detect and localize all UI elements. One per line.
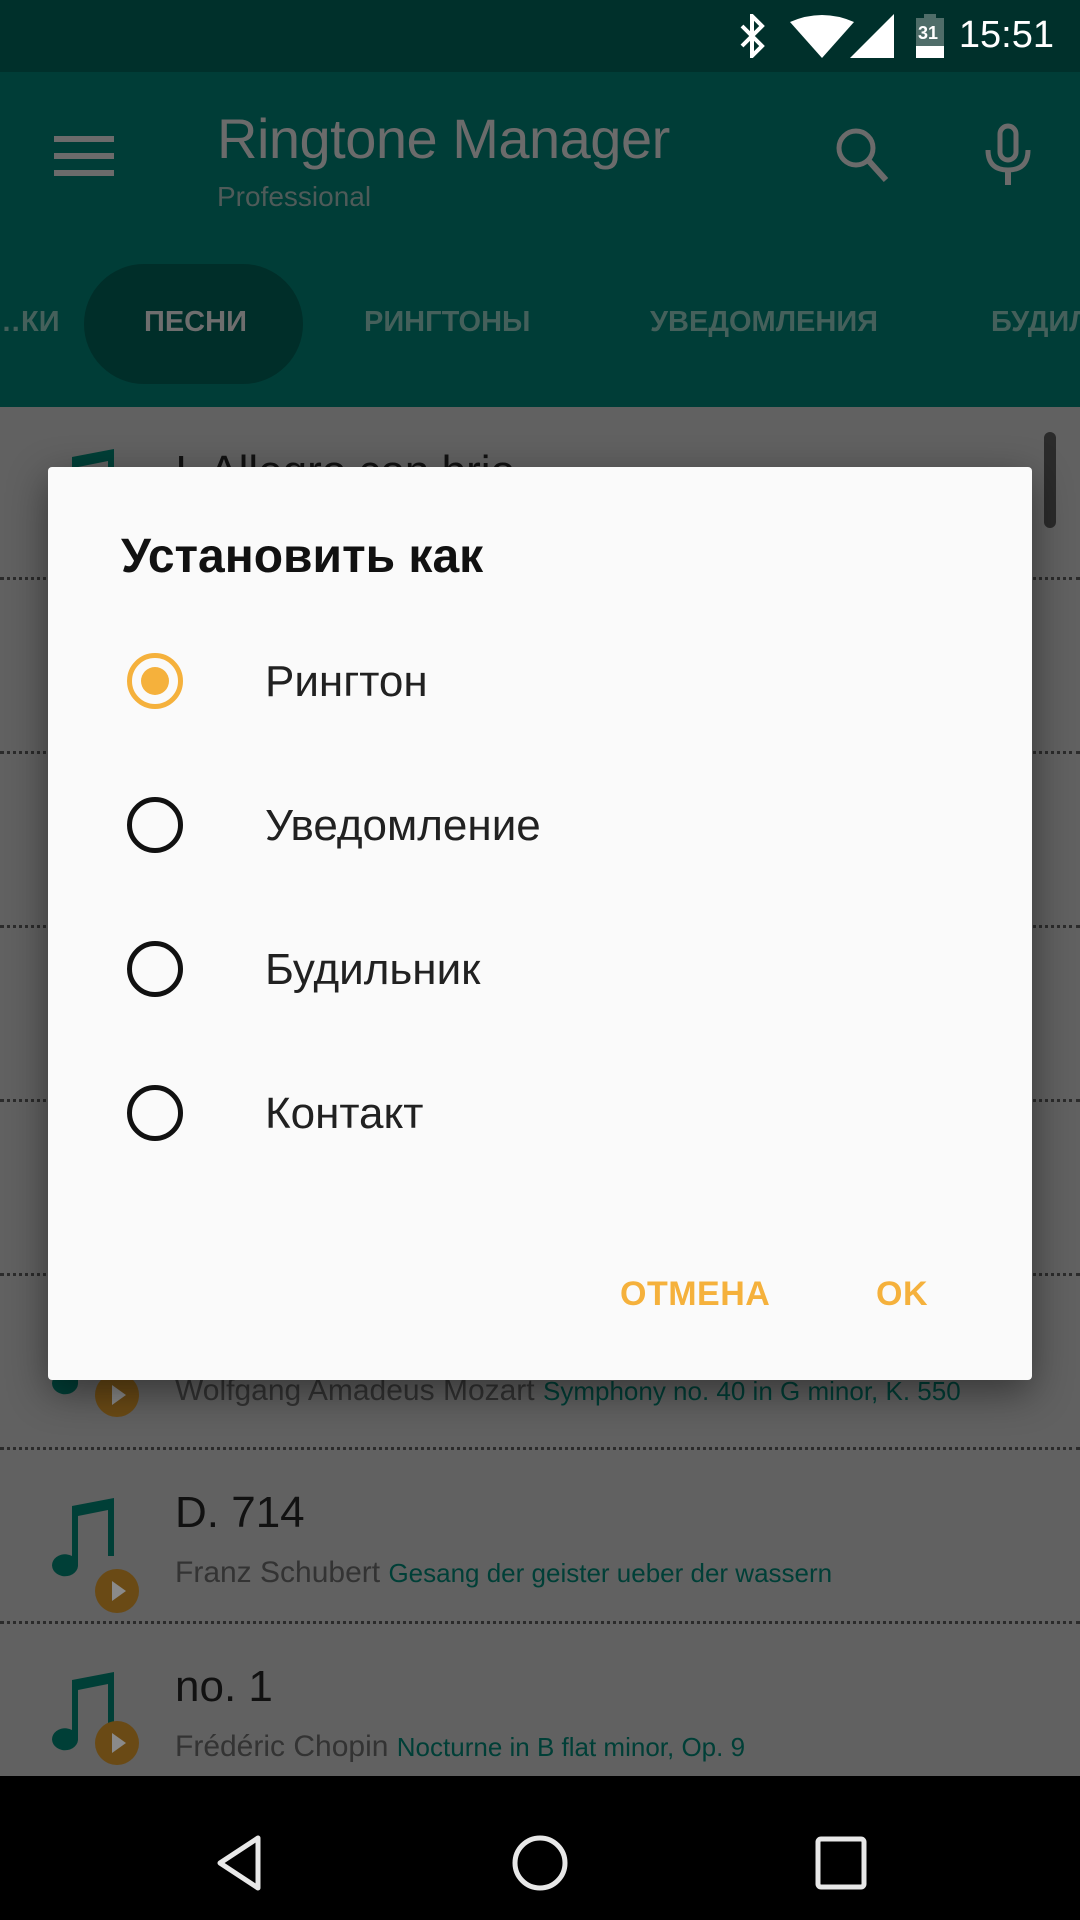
signal-icon [850,14,894,58]
option-notification[interactable]: Уведомление [48,757,1032,901]
radio-checked-icon[interactable] [127,653,183,709]
battery-level: 31 [918,23,939,43]
tab-notifications[interactable]: Уведомления [650,306,878,339]
song-artist: Frédéric Chopin [175,1730,389,1763]
option-label: Контакт [265,1089,424,1138]
song-subtitle: Frédéric Chopin Nocturne in B flat minor… [175,1730,745,1764]
song-work: Symphony no. 40 in G minor, K. 550 [542,1376,961,1406]
song-work: Gesang der geister ueber der wassern [388,1558,833,1588]
search-icon[interactable] [830,122,894,186]
radio-unchecked-icon[interactable] [127,941,183,997]
ok-button[interactable]: OK [876,1275,928,1314]
clock: 15:51 [958,14,1054,56]
wifi-icon [790,15,854,58]
song-title: no. 1 [175,1662,273,1711]
recents-icon[interactable] [815,1836,867,1890]
battery-icon: 31 [916,14,944,58]
option-contact[interactable]: Контакт [48,1045,1032,1189]
radio-unchecked-icon[interactable] [127,1085,183,1141]
app-subtitle: Professional [217,181,372,212]
option-alarm[interactable]: Будильник [48,901,1032,1045]
radio-unchecked-icon[interactable] [127,797,183,853]
tab-songs[interactable]: Песни [144,306,247,339]
tab-previous[interactable]: …ки [0,306,60,339]
bluetooth-icon [740,14,765,58]
set-as-dialog: Установить как Рингтон Уведомление Будил… [48,467,1032,1380]
back-icon[interactable] [214,1834,264,1892]
hamburger-icon[interactable] [54,136,114,176]
cancel-button[interactable]: ОТМЕНА [620,1275,770,1314]
play-icon[interactable] [95,1569,139,1613]
mic-icon[interactable] [980,122,1036,188]
option-label: Рингтон [265,657,428,706]
list-item[interactable]: no. 1 Frédéric Chopin Nocturne in B flat… [0,1622,1080,1796]
app-title: Ringtone Manager [217,107,670,170]
option-label: Уведомление [265,801,541,850]
option-label: Будильник [265,945,481,994]
scrollbar[interactable] [1044,432,1056,528]
home-icon[interactable] [510,1834,570,1892]
status-bar: 31 15:51 [0,0,1080,72]
tab-alarms[interactable]: Будил… [991,306,1080,339]
play-icon[interactable] [95,1721,139,1765]
music-note-icon [52,1498,114,1577]
dialog-title: Установить как [121,530,484,583]
option-ringtone[interactable]: Рингтон [48,613,1032,757]
song-work: Nocturne in B flat minor, Op. 9 [396,1732,746,1762]
song-subtitle: Franz Schubert Gesang der geister ueber … [175,1556,832,1590]
song-title: D. 714 [175,1488,305,1537]
song-artist: Franz Schubert [175,1556,381,1589]
tab-ringtones[interactable]: Рингтоны [364,306,530,339]
navigation-bar [0,1776,1080,1920]
list-item[interactable]: D. 714 Franz Schubert Gesang der geister… [0,1448,1080,1622]
